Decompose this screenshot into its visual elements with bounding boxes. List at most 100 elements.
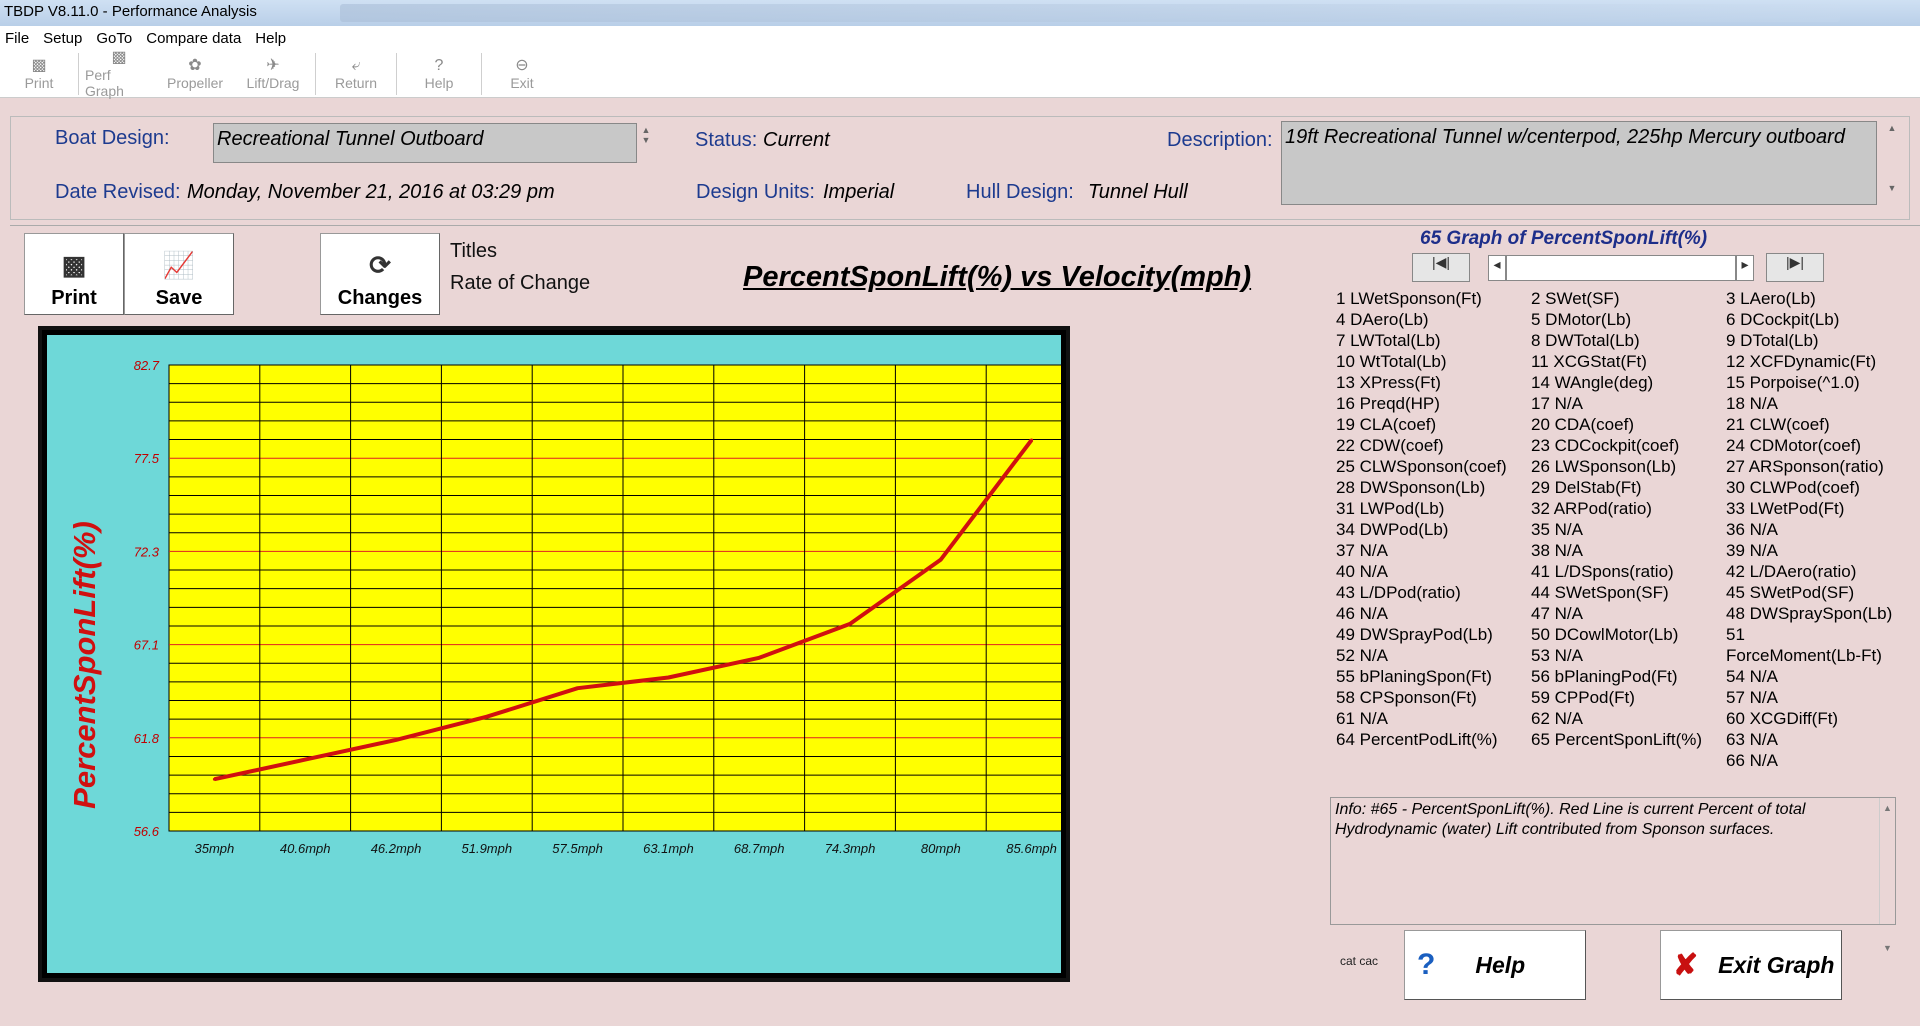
parameter-item[interactable]: 50 DCowlMotor(Lb): [1531, 624, 1702, 645]
menu-file[interactable]: File: [5, 30, 29, 47]
boat-design-spinner[interactable]: ▲ ▼: [639, 125, 653, 145]
parameter-item[interactable]: 46 N/A: [1336, 603, 1507, 624]
toolbar-exit-button[interactable]: ⊖ Exit: [482, 50, 562, 98]
parameter-item[interactable]: 11 XCGStat(Ft): [1531, 351, 1702, 372]
toolbar-lift-drag-button[interactable]: ✈ Lift/Drag: [231, 50, 315, 98]
parameter-item[interactable]: 14 WAngle(deg): [1531, 372, 1702, 393]
parameter-item[interactable]: 62 N/A: [1531, 708, 1702, 729]
parameter-item[interactable]: 47 N/A: [1531, 603, 1702, 624]
parameter-item[interactable]: 16 Preqd(HP): [1336, 393, 1507, 414]
parameter-item[interactable]: 9 DTotal(Lb): [1726, 330, 1892, 351]
save-button[interactable]: 📈 Save: [124, 233, 234, 315]
parameter-item[interactable]: 49 DWSprayPod(Lb): [1336, 624, 1507, 645]
parameter-item[interactable]: 29 DelStab(Ft): [1531, 477, 1702, 498]
parameter-item[interactable]: 25 CLWSponson(coef): [1336, 456, 1507, 477]
parameter-item[interactable]: ForceMoment(Lb-Ft): [1726, 645, 1892, 666]
exit-graph-button-label: Exit Graph: [1718, 951, 1835, 978]
parameter-item[interactable]: 44 SWetSpon(SF): [1531, 582, 1702, 603]
description-field[interactable]: 19ft Recreational Tunnel w/centerpod, 22…: [1281, 121, 1877, 205]
description-scrollbar[interactable]: ▲ ▼: [1885, 123, 1899, 207]
toolbar-perf-graph-button[interactable]: ▩ Perf Graph: [79, 49, 159, 99]
parameter-item[interactable]: 31 LWPod(Lb): [1336, 498, 1507, 519]
parameter-item[interactable]: 42 L/DAero(ratio): [1726, 561, 1892, 582]
parameter-item[interactable]: 63 N/A: [1726, 729, 1892, 750]
titles-option[interactable]: Titles: [450, 240, 497, 263]
parameter-item[interactable]: 58 CPSponson(Ft): [1336, 687, 1507, 708]
parameter-item[interactable]: 26 LWSponson(Lb): [1531, 456, 1702, 477]
parameter-item[interactable]: 39 N/A: [1726, 540, 1892, 561]
parameter-item[interactable]: 21 CLW(coef): [1726, 414, 1892, 435]
parameter-item[interactable]: 59 CPPod(Ft): [1531, 687, 1702, 708]
menu-compare-data[interactable]: Compare data: [146, 30, 241, 47]
last-page-button[interactable]: |▶|: [1766, 253, 1824, 282]
parameter-item[interactable]: 40 N/A: [1336, 561, 1507, 582]
parameter-item[interactable]: 27 ARSponson(ratio): [1726, 456, 1892, 477]
toolbar-propeller-button[interactable]: ✿ Propeller: [159, 50, 231, 98]
parameter-item[interactable]: 65 PercentSponLift(%): [1531, 729, 1702, 750]
parameter-item[interactable]: 24 CDMotor(coef): [1726, 435, 1892, 456]
parameter-item[interactable]: 23 CDCockpit(coef): [1531, 435, 1702, 456]
menu-help[interactable]: Help: [255, 30, 286, 47]
scroll-track[interactable]: [1506, 255, 1736, 281]
parameter-item[interactable]: 30 CLWPod(coef): [1726, 477, 1892, 498]
parameter-item[interactable]: 61 N/A: [1336, 708, 1507, 729]
toolbar-print-button[interactable]: ▩ Print: [0, 50, 78, 98]
parameter-item[interactable]: 57 N/A: [1726, 687, 1892, 708]
info-scrollbar[interactable]: ▲ ▼: [1879, 798, 1895, 953]
parameter-item[interactable]: 4 DAero(Lb): [1336, 309, 1507, 330]
parameter-item[interactable]: 10 WtTotal(Lb): [1336, 351, 1507, 372]
help-button[interactable]: ? Help: [1404, 930, 1586, 1000]
parameter-item[interactable]: 13 XPress(Ft): [1336, 372, 1507, 393]
parameter-item[interactable]: 43 L/DPod(ratio): [1336, 582, 1507, 603]
toolbar-help-button[interactable]: ? Help: [397, 50, 481, 98]
parameter-item[interactable]: 53 N/A: [1531, 645, 1702, 666]
parameter-item[interactable]: 1 LWetSponson(Ft): [1336, 288, 1507, 309]
parameter-item[interactable]: 54 N/A: [1726, 666, 1892, 687]
boat-design-field[interactable]: Recreational Tunnel Outboard: [213, 123, 637, 163]
parameter-item[interactable]: 45 SWetPod(SF): [1726, 582, 1892, 603]
parameter-item[interactable]: 3 LAero(Lb): [1726, 288, 1892, 309]
parameter-item[interactable]: 32 ARPod(ratio): [1531, 498, 1702, 519]
parameter-item[interactable]: 2 SWet(SF): [1531, 288, 1702, 309]
menu-setup[interactable]: Setup: [43, 30, 82, 47]
parameter-item[interactable]: 37 N/A: [1336, 540, 1507, 561]
parameter-item[interactable]: 15 Porpoise(^1.0): [1726, 372, 1892, 393]
parameter-item[interactable]: 48 DWSpraySpon(Lb): [1726, 603, 1892, 624]
parameter-item[interactable]: 56 bPlaningPod(Ft): [1531, 666, 1702, 687]
parameter-item[interactable]: 17 N/A: [1531, 393, 1702, 414]
parameter-item[interactable]: 19 CLA(coef): [1336, 414, 1507, 435]
parameter-item[interactable]: 8 DWTotal(Lb): [1531, 330, 1702, 351]
parameter-item[interactable]: 6 DCockpit(Lb): [1726, 309, 1892, 330]
parameter-item[interactable]: 52 N/A: [1336, 645, 1507, 666]
toolbar-return-button[interactable]: ⤶ Return: [316, 50, 396, 98]
rate-of-change-option[interactable]: Rate of Change: [450, 272, 590, 295]
refresh-icon: ⟳: [369, 250, 391, 280]
parameter-item[interactable]: 12 XCFDynamic(Ft): [1726, 351, 1892, 372]
print-button[interactable]: ▩ Print: [24, 233, 124, 315]
parameter-item[interactable]: 35 N/A: [1531, 519, 1702, 540]
parameter-item[interactable]: 7 LWTotal(Lb): [1336, 330, 1507, 351]
parameter-item[interactable]: 28 DWSponson(Lb): [1336, 477, 1507, 498]
parameter-item[interactable]: 66 N/A: [1726, 750, 1892, 771]
scroll-right-button[interactable]: ▸: [1736, 255, 1754, 281]
parameter-item[interactable]: 22 CDW(coef): [1336, 435, 1507, 456]
parameter-item[interactable]: 34 DWPod(Lb): [1336, 519, 1507, 540]
parameter-item[interactable]: 55 bPlaningSpon(Ft): [1336, 666, 1507, 687]
date-revised-value: Monday, November 21, 2016 at 03:29 pm: [187, 181, 555, 203]
parameter-item[interactable]: 36 N/A: [1726, 519, 1892, 540]
parameter-item[interactable]: 5 DMotor(Lb): [1531, 309, 1702, 330]
parameter-item[interactable]: 20 CDA(coef): [1531, 414, 1702, 435]
parameter-item[interactable]: 51: [1726, 624, 1892, 645]
parameter-item[interactable]: 64 PercentPodLift(%): [1336, 729, 1507, 750]
parameter-item[interactable]: 18 N/A: [1726, 393, 1892, 414]
scroll-left-button[interactable]: ◂: [1488, 255, 1506, 281]
parameter-item[interactable]: 38 N/A: [1531, 540, 1702, 561]
menu-goto[interactable]: GoTo: [96, 30, 132, 47]
parameter-item[interactable]: 60 XCGDiff(Ft): [1726, 708, 1892, 729]
exit-graph-button[interactable]: ✘ Exit Graph: [1660, 930, 1842, 1000]
first-page-button[interactable]: |◀|: [1412, 253, 1470, 282]
parameter-item[interactable]: 41 L/DSpons(ratio): [1531, 561, 1702, 582]
changes-button[interactable]: ⟳ Changes: [320, 233, 440, 315]
parameter-item[interactable]: 33 LWetPod(Ft): [1726, 498, 1892, 519]
y-axis-label: PercentSponLift(%): [67, 521, 102, 809]
